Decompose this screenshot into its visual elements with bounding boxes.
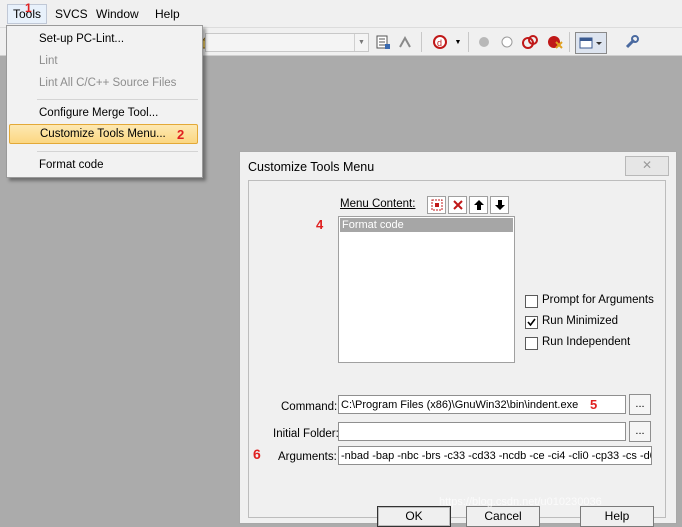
prompt-arguments-checkbox[interactable]: [525, 295, 538, 308]
svg-text:d: d: [437, 38, 442, 48]
command-field[interactable]: C:\Program Files (x86)\GnuWin32\bin\inde…: [338, 395, 626, 414]
menu-item-lint: Lint: [39, 55, 58, 67]
step-1-marker: 1: [25, 1, 32, 15]
menu-content-label: Menu Content:: [340, 198, 416, 210]
folder-browse-button[interactable]: ...: [629, 421, 651, 442]
menu-bar: Tools 1 SVCS Window Help: [0, 0, 682, 28]
run-independent-checkbox[interactable]: [525, 337, 538, 350]
menu-help[interactable]: Help: [150, 5, 185, 23]
initial-folder-label: Initial Folder:: [273, 428, 339, 440]
toolbar-combo[interactable]: ▼: [205, 33, 369, 52]
move-down-icon[interactable]: [490, 196, 509, 214]
new-item-icon[interactable]: [427, 196, 446, 214]
find-icon[interactable]: d: [430, 32, 450, 52]
dialog-titlebar[interactable]: Customize Tools Menu ✕: [240, 152, 676, 180]
step-4-marker: 4: [316, 217, 324, 232]
menu-separator: [37, 151, 198, 152]
menu-separator: [37, 99, 198, 100]
menu-content-list[interactable]: Format code: [338, 216, 515, 363]
arguments-field[interactable]: -nbad -bap -nbc -brs -c33 -cd33 -ncdb -c…: [338, 446, 652, 465]
clear-breakpoints-icon[interactable]: [545, 32, 565, 52]
run-minimized-checkbox[interactable]: [525, 316, 538, 329]
prompt-arguments-label: Prompt for Arguments: [542, 294, 654, 306]
dropdown-arrow-icon[interactable]: ▼: [448, 32, 468, 52]
navigate-icon[interactable]: [373, 32, 393, 52]
menu-item-setup-pc-lint[interactable]: Set-up PC-Lint...: [9, 29, 198, 49]
close-icon[interactable]: ✕: [625, 156, 669, 176]
command-label: Command:: [281, 401, 338, 413]
move-up-icon[interactable]: [469, 196, 488, 214]
breakpoints-icon[interactable]: [520, 32, 540, 52]
arguments-label: Arguments:: [278, 451, 337, 463]
tools-dropdown-menu: Set-up PC-Lint... Lint Lint All C/C++ So…: [6, 25, 203, 178]
watermark: https://blog.csdn.net/u010230036: [439, 496, 602, 508]
run-minimized-label: Run Minimized: [542, 315, 619, 327]
cancel-button[interactable]: Cancel: [466, 506, 540, 527]
menu-item-lint-all: Lint All C/C++ Source Files: [39, 77, 177, 89]
breakpoint-empty-icon[interactable]: [497, 32, 517, 52]
window-icon[interactable]: [575, 32, 607, 54]
chevron-down-icon[interactable]: ▼: [354, 34, 368, 51]
settings-icon[interactable]: [622, 32, 642, 52]
step-6-marker: 6: [253, 446, 261, 462]
debug-icon[interactable]: [395, 32, 415, 52]
toolbar-separator: [569, 32, 570, 52]
menu-svcs[interactable]: SVCS: [50, 5, 93, 23]
menu-item-label: Customize Tools Menu...: [40, 128, 166, 140]
menu-item-customize-tools-menu[interactable]: Customize Tools Menu... 2: [9, 124, 198, 144]
menu-item-format-code[interactable]: Format code: [9, 155, 198, 175]
ok-button[interactable]: OK: [377, 506, 451, 527]
customize-tools-dialog: Customize Tools Menu ✕ Menu Content: 4 F…: [239, 151, 677, 527]
step-2-marker: 2: [177, 127, 185, 142]
run-independent-label: Run Independent: [542, 336, 631, 348]
initial-folder-field[interactable]: [338, 422, 626, 441]
menu-item-configure-merge-tool[interactable]: Configure Merge Tool...: [9, 103, 198, 123]
checkmark-icon: [527, 318, 536, 327]
delete-icon[interactable]: [448, 196, 467, 214]
step-5-marker: 5: [590, 397, 598, 412]
toolbar-separator: [468, 32, 469, 52]
dialog-title: Customize Tools Menu: [248, 160, 375, 174]
breakpoint-icon[interactable]: [474, 32, 494, 52]
dialog-body: Menu Content: 4 Format code Prompt for A…: [248, 180, 666, 527]
help-button[interactable]: Help: [580, 506, 654, 527]
list-item[interactable]: Format code: [340, 218, 513, 232]
menu-window[interactable]: Window: [91, 5, 144, 23]
command-browse-button[interactable]: ...: [629, 394, 651, 415]
toolbar-separator: [421, 32, 422, 52]
